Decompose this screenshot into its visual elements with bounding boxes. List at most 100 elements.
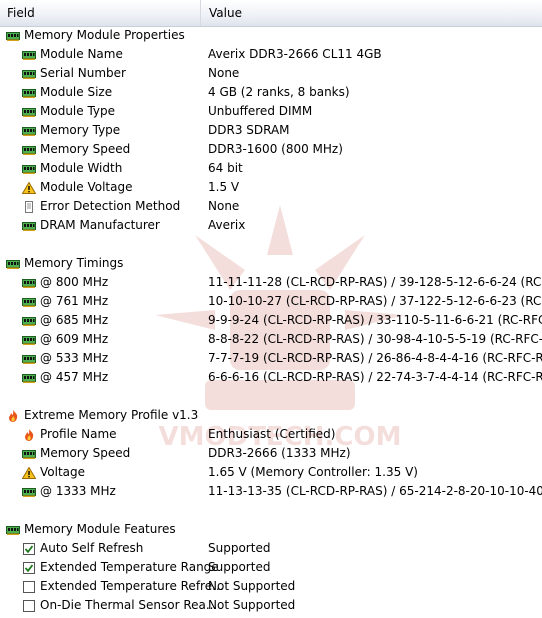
- spacer-row: [0, 235, 542, 254]
- property-row[interactable]: Error Detection Method None: [0, 197, 542, 216]
- field-name: Extended Temperature Refre...: [40, 579, 224, 593]
- flame-icon: [6, 409, 20, 422]
- spacer-row: [0, 387, 542, 406]
- field-name: Module Voltage: [40, 180, 133, 194]
- field-value: Supported: [208, 541, 271, 555]
- field-value: 64 bit: [208, 161, 243, 175]
- property-row[interactable]: @ 457 MHz 6-6-6-16 (CL-RCD-RP-RAS) / 22-7…: [0, 368, 542, 387]
- property-row[interactable]: Memory Speed DDR3-1600 (800 MHz): [0, 140, 542, 159]
- group-header-row[interactable]: Memory Module Properties: [0, 26, 542, 45]
- field-name: Module Name: [40, 47, 123, 61]
- checkbox-unchecked-icon[interactable]: [22, 599, 36, 612]
- warning-icon: [21, 181, 37, 194]
- field-value: Unbuffered DIMM: [208, 104, 313, 118]
- memory-module-icon: [22, 48, 36, 60]
- field-value: 11-11-11-28 (CL-RCD-RP-RAS) / 39-128-5-1…: [208, 275, 542, 289]
- group-header-row[interactable]: Memory Module Features: [0, 520, 542, 539]
- memory-module-icon: [22, 352, 36, 364]
- field-name: Auto Self Refresh: [40, 541, 144, 555]
- field-value: Not Supported: [208, 598, 296, 612]
- field-name: Module Width: [40, 161, 123, 175]
- property-row[interactable]: Memory Type DDR3 SDRAM: [0, 121, 542, 140]
- memory-module-icon: [22, 276, 36, 288]
- field-value: 9-9-9-24 (CL-RCD-RP-RAS) / 33-110-5-11-6…: [208, 313, 542, 327]
- warning-icon: [21, 466, 37, 479]
- checkbox-unchecked-icon[interactable]: [22, 580, 36, 593]
- field-name: @ 533 MHz: [40, 351, 109, 365]
- field-name: On-Die Thermal Sensor Rea...: [40, 598, 218, 612]
- memory-module-icon: [22, 447, 36, 459]
- group-title: Memory Module Properties: [24, 28, 185, 42]
- memory-module-icon: [22, 162, 36, 174]
- field-name: DRAM Manufacturer: [40, 218, 160, 232]
- field-value: Enthusiast (Certified): [208, 427, 336, 441]
- value-column-header[interactable]: Value: [202, 0, 542, 26]
- property-row[interactable]: Serial Number None: [0, 64, 542, 83]
- field-name: Module Type: [40, 104, 116, 118]
- field-value: Averix DDR3-2666 CL11 4GB: [208, 47, 382, 61]
- field-name: @ 609 MHz: [40, 332, 109, 346]
- field-value: 11-13-13-35 (CL-RCD-RP-RAS) / 65-214-2-8…: [208, 484, 542, 498]
- memory-module-icon: [22, 371, 36, 383]
- property-row[interactable]: DRAM Manufacturer Averix: [0, 216, 542, 235]
- property-row[interactable]: @ 800 MHz 11-11-11-28 (CL-RCD-RP-RAS) / 3…: [0, 273, 542, 292]
- memory-module-icon: [22, 219, 36, 231]
- property-row[interactable]: Extended Temperature Refre... Not Support…: [0, 577, 542, 596]
- checkbox-checked-icon[interactable]: [22, 561, 36, 574]
- field-column-header[interactable]: Field: [0, 0, 201, 26]
- field-value: 10-10-10-27 (CL-RCD-RP-RAS) / 37-122-5-1…: [208, 294, 542, 308]
- column-header-bar: Field Value: [0, 0, 542, 27]
- memory-module-icon: [22, 333, 36, 345]
- memory-module-icon: [22, 105, 36, 117]
- property-row[interactable]: Module Name Averix DDR3-2666 CL11 4GB: [0, 45, 542, 64]
- group-header-row[interactable]: Extreme Memory Profile v1.3: [0, 406, 542, 425]
- field-name: Module Size: [40, 85, 113, 99]
- property-row[interactable]: Module Width 64 bit: [0, 159, 542, 178]
- group-title: Memory Module Features: [24, 522, 176, 536]
- memory-module-icon: [6, 523, 20, 535]
- field-value: DDR3-2666 (1333 MHz): [208, 446, 351, 460]
- property-row[interactable]: @ 761 MHz 10-10-10-27 (CL-RCD-RP-RAS) / 3…: [0, 292, 542, 311]
- field-value: DDR3-1600 (800 MHz): [208, 142, 343, 156]
- field-name: Serial Number: [40, 66, 126, 80]
- field-name: @ 800 MHz: [40, 275, 109, 289]
- property-row[interactable]: Memory Speed DDR3-2666 (1333 MHz): [0, 444, 542, 463]
- memory-module-icon: [22, 295, 36, 307]
- memory-module-icon: [22, 485, 36, 497]
- property-row[interactable]: @ 609 MHz 8-8-8-22 (CL-RCD-RP-RAS) / 30-9…: [0, 330, 542, 349]
- property-row[interactable]: Module Voltage 1.5 V: [0, 178, 542, 197]
- property-row[interactable]: Voltage 1.65 V (Memory Controller: 1.35 V…: [0, 463, 542, 482]
- field-name: Memory Type: [40, 123, 121, 137]
- document-icon: [22, 200, 36, 213]
- flame-icon: [22, 428, 36, 441]
- field-name: Memory Speed: [40, 446, 131, 460]
- field-value: None: [208, 199, 240, 213]
- memory-module-icon: [6, 257, 20, 269]
- property-row[interactable]: On-Die Thermal Sensor Rea... Not Supporte…: [0, 596, 542, 615]
- field-value: 8-8-8-22 (CL-RCD-RP-RAS) / 30-98-4-10-5-…: [208, 332, 542, 346]
- field-value: 7-7-7-19 (CL-RCD-RP-RAS) / 26-86-4-8-4-4…: [208, 351, 542, 365]
- property-row[interactable]: Extended Temperature Range Supported: [0, 558, 542, 577]
- field-value: 4 GB (2 ranks, 8 banks): [208, 85, 350, 99]
- field-value: Not Supported: [208, 579, 296, 593]
- property-row[interactable]: Module Type Unbuffered DIMM: [0, 102, 542, 121]
- field-name: Extended Temperature Range: [40, 560, 219, 574]
- property-row[interactable]: Module Size 4 GB (2 ranks, 8 banks): [0, 83, 542, 102]
- property-row[interactable]: Auto Self Refresh Supported: [0, 539, 542, 558]
- property-row[interactable]: @ 533 MHz 7-7-7-19 (CL-RCD-RP-RAS) / 26-8…: [0, 349, 542, 368]
- memory-module-icon: [22, 314, 36, 326]
- field-name: Profile Name: [40, 427, 117, 441]
- memory-module-icon: [22, 143, 36, 155]
- memory-module-icon: [22, 124, 36, 136]
- property-row[interactable]: @ 685 MHz 9-9-9-24 (CL-RCD-RP-RAS) / 33-1…: [0, 311, 542, 330]
- group-header-row[interactable]: Memory Timings: [0, 254, 542, 273]
- field-name: @ 685 MHz: [40, 313, 109, 327]
- checkbox-checked-icon[interactable]: [22, 542, 36, 555]
- property-row[interactable]: @ 1333 MHz 11-13-13-35 (CL-RCD-RP-RAS) / …: [0, 482, 542, 501]
- field-value: Supported: [208, 560, 271, 574]
- memory-module-icon: [6, 29, 20, 41]
- field-value: DDR3 SDRAM: [208, 123, 290, 137]
- property-row[interactable]: Profile Name Enthusiast (Certified): [0, 425, 542, 444]
- field-name: @ 457 MHz: [40, 370, 109, 384]
- memory-module-icon: [22, 86, 36, 98]
